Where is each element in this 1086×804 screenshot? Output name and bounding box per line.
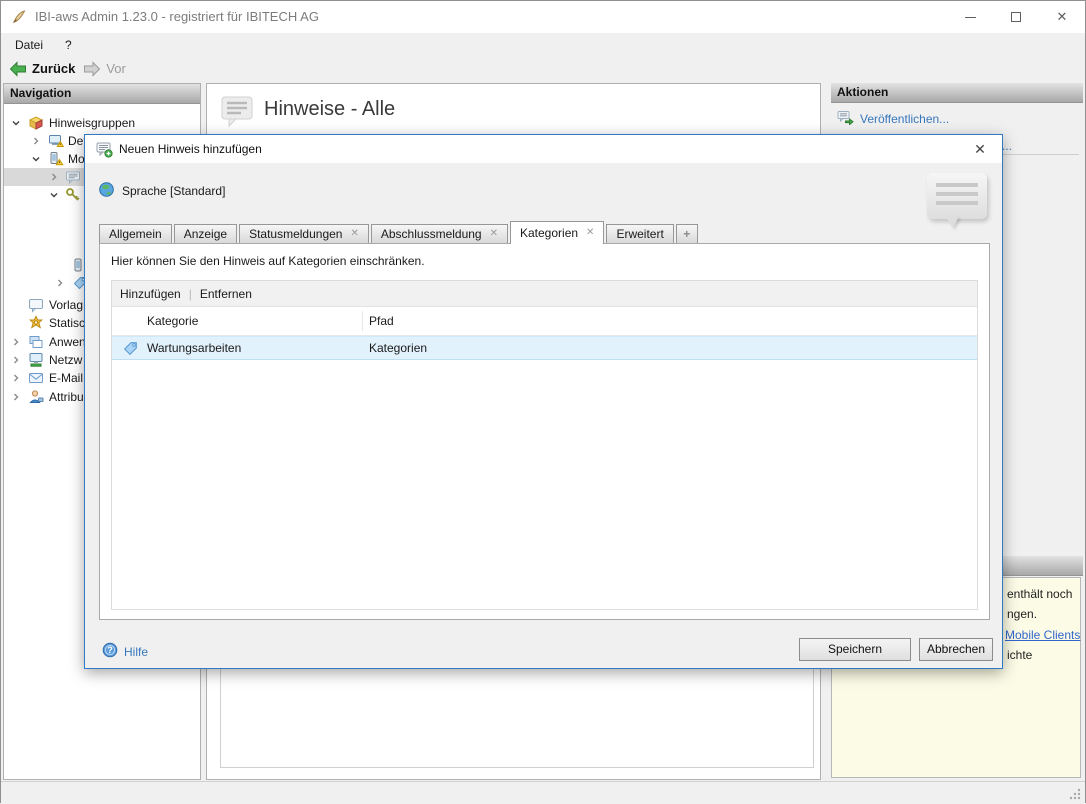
add-hint-dialog: Neuen Hinweis hinzufügen ✕ Sprache [Stan… (84, 134, 1003, 669)
help-link[interactable]: ? Hilfe (102, 642, 148, 661)
nav-toolbar: Zurück Vor (1, 56, 1085, 81)
add-tab-button[interactable]: + (676, 224, 698, 243)
publish-action[interactable]: Veröffentlichen... (837, 109, 949, 128)
tree-item-label: Anwen (49, 333, 86, 351)
actions-header: Aktionen (831, 83, 1083, 103)
remove-category-button[interactable]: Entfernen (192, 287, 260, 301)
tab-abschlussmeldung[interactable]: Abschlussmeldung✕ (371, 224, 508, 243)
table-row[interactable]: Wartungsarbeiten Kategorien (112, 336, 977, 360)
tree-item-label: Vorlag (49, 296, 83, 314)
forward-button[interactable]: Vor (83, 61, 126, 77)
dialog-title-bar: Neuen Hinweis hinzufügen ✕ (85, 135, 1002, 163)
categories-table: Hinzufügen | Entfernen Kategorie Pfad Wa… (111, 280, 978, 610)
tree-item-label: Attribu (49, 388, 84, 406)
publish-icon (837, 109, 854, 128)
add-hint-icon (96, 141, 113, 161)
tree-item-hinweisgruppen[interactable]: Hinweisgruppen (4, 114, 200, 132)
cancel-button[interactable]: Abbrechen (919, 638, 993, 661)
tree-item-label: Mo (68, 150, 85, 168)
menu-bar: Datei ? (1, 33, 1085, 56)
tag-icon (122, 340, 139, 360)
note-line3: ichte (1007, 648, 1032, 662)
email-icon (28, 370, 44, 389)
maximize-button[interactable] (993, 1, 1039, 33)
chevron-down-icon[interactable] (46, 187, 62, 206)
title-bar: IBI-aws Admin 1.23.0 - registriert für I… (1, 1, 1085, 33)
table-header-row: Kategorie Pfad (112, 307, 977, 336)
menu-datei[interactable]: Datei (7, 34, 51, 56)
close-icon: ✕ (974, 141, 986, 157)
cell-kategorie: Wartungsarbeiten (147, 337, 241, 359)
help-icon: ? (102, 642, 118, 661)
page-title: Hinweise - Alle (264, 98, 395, 121)
cell-pfad: Kategorien (369, 337, 427, 359)
app-window: IBI-aws Admin 1.23.0 - registriert für I… (0, 0, 1086, 803)
window-title: IBI-aws Admin 1.23.0 - registriert für I… (35, 1, 319, 33)
column-divider (362, 311, 363, 331)
close-button[interactable]: ✕ (1039, 1, 1085, 33)
kategorien-tab-page: Hier können Sie den Hinweis auf Kategori… (99, 243, 990, 620)
minimize-icon (965, 17, 976, 18)
back-arrow-icon (9, 61, 27, 77)
back-button[interactable]: Zurück (9, 61, 75, 77)
dialog-tabs: Allgemein Anzeige Statusmeldungen✕ Absch… (99, 221, 700, 243)
status-bar (1, 781, 1085, 804)
tab-close-icon[interactable]: ✕ (350, 229, 358, 239)
statistics-icon (28, 315, 44, 334)
hint-watermark-icon (927, 173, 987, 219)
add-category-button[interactable]: Hinzufügen (112, 287, 189, 301)
tab-close-icon[interactable]: ✕ (490, 229, 498, 239)
language-row: Sprache [Standard] (98, 181, 225, 201)
note-line2: ngen. (1007, 607, 1037, 621)
chevron-right-icon[interactable] (52, 275, 68, 294)
hints-bubble-icon (221, 96, 255, 131)
close-icon: ✕ (1057, 9, 1068, 25)
menu-help[interactable]: ? (57, 34, 80, 56)
attributes-person-icon (28, 389, 44, 408)
dialog-title: Neuen Hinweis hinzufügen (119, 135, 262, 163)
tab-erweitert[interactable]: Erweitert (606, 224, 673, 243)
categories-toolbar: Hinzufügen | Entfernen (112, 281, 977, 307)
publish-label: Veröffentlichen... (860, 112, 949, 126)
chevron-right-icon[interactable] (8, 370, 24, 389)
tab-allgemein[interactable]: Allgemein (99, 224, 172, 243)
forward-label: Vor (106, 61, 126, 76)
svg-text:?: ? (107, 645, 113, 655)
tab-kategorien[interactable]: Kategorien✕ (510, 221, 604, 244)
dialog-close-button[interactable]: ✕ (968, 139, 992, 159)
tree-item-label: E-Mail (49, 369, 83, 387)
back-label: Zurück (32, 61, 75, 76)
save-button[interactable]: Speichern (799, 638, 911, 661)
tree-item-label: Statisc (49, 314, 85, 332)
minimize-button[interactable] (947, 1, 993, 33)
note-line1: enthält noch (1007, 587, 1072, 601)
help-label: Hilfe (124, 645, 148, 659)
chevron-right-icon[interactable] (8, 389, 24, 408)
column-kategorie[interactable]: Kategorie (147, 307, 198, 336)
maximize-icon (1011, 12, 1021, 22)
tree-item-label: Netzw (49, 351, 82, 369)
language-label: Sprache [Standard] (122, 184, 225, 198)
tab-statusmeldungen[interactable]: Statusmeldungen✕ (239, 224, 369, 243)
navigation-header: Navigation (4, 84, 200, 104)
mobile-clients-link[interactable]: Mobile Clients (1005, 628, 1080, 642)
resize-grip[interactable] (1069, 788, 1081, 800)
column-pfad[interactable]: Pfad (369, 307, 394, 336)
forward-arrow-icon (83, 61, 101, 77)
key-icon (65, 187, 81, 206)
tab-anzeige[interactable]: Anzeige (174, 224, 237, 243)
tab-close-icon[interactable]: ✕ (586, 228, 594, 238)
globe-icon (98, 181, 115, 201)
tree-item-label: Hinweisgruppen (49, 114, 135, 132)
truncated-action-label[interactable]: ... (1002, 139, 1012, 153)
app-icon (11, 9, 27, 28)
instruction-text: Hier können Sie den Hinweis auf Kategori… (111, 254, 425, 268)
